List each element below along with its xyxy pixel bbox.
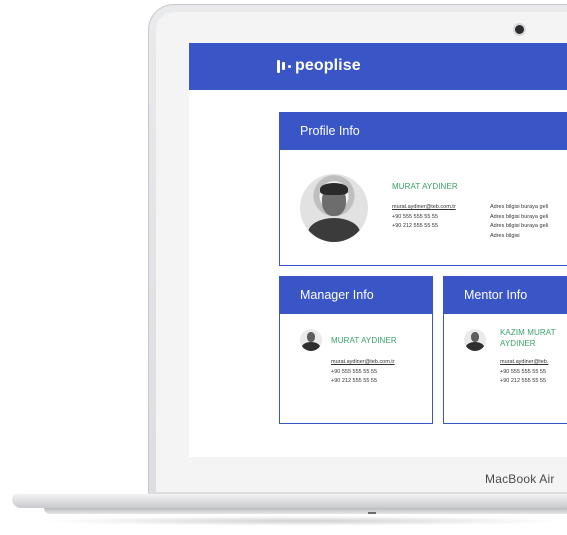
camera-icon [515,25,524,34]
manager-contact: murat.aydiner@teb.com.tr +90 555 555 55 … [331,358,395,387]
manager-email-link[interactable]: murat.aydiner@teb.com.tr [331,358,395,368]
mentor-email-link[interactable]: murat.aydiner@teb. [500,358,548,368]
manager-avatar [300,329,322,351]
laptop-notch [368,512,376,514]
mentor-name-line: AYDINER [500,339,536,348]
mentor-phone-office: +90 212 555 55 55 [500,378,547,384]
profile-email-link[interactable]: murat.aydiner@teb.com.tr [392,203,456,213]
address-line: Adres bilgisi buraya geli [490,223,549,229]
peoplise-logo-icon [277,59,291,73]
mentor-phone-mobile: +90 555 555 55 55 [500,368,547,375]
laptop-base-edge [44,508,567,514]
profile-avatar [300,174,368,242]
manager-phone-office: +90 212 555 55 55 [331,378,378,384]
app-screen: peoplise Profile Info MURAT AYDINER mura… [189,43,567,457]
mentor-name: KAZIM MURAT AYDINER [500,327,556,349]
manager-phone-mobile: +90 555 555 55 55 [331,368,378,375]
profile-card-title: Profile Info [280,113,567,150]
manager-name: MURAT AYDINER [331,336,397,345]
device-label: MacBook Air [485,472,555,486]
mentor-contact: murat.aydiner@teb. +90 555 555 55 55 +90… [500,358,548,387]
laptop-base [12,494,567,508]
profile-address: Adres bilgisi buraya geli Adres bilgisi … [490,203,548,241]
laptop-shadow [40,516,567,526]
profile-name: MURAT AYDINER [392,182,458,191]
mentor-card-title: Mentor Info [444,277,567,314]
brand-logo[interactable]: peoplise [277,57,361,75]
profile-phone-mobile: +90 555 555 55 55 [392,213,439,220]
profile-phone-office: +90 212 555 55 55 [392,223,439,229]
address-line: Adres bilgisi buraya geli [490,213,549,220]
mentor-name-line: KAZIM MURAT [500,328,556,337]
brand-name: peoplise [295,57,361,74]
app-header: peoplise [189,43,567,90]
profile-contact: murat.aydiner@teb.com.tr +90 555 555 55 … [392,203,456,232]
address-line: Adres bilgisi buraya geli [490,204,549,210]
address-line: Adres bilgisi [490,232,520,239]
profile-card: Profile Info MURAT AYDINER murat.aydiner… [279,112,567,266]
manager-card: Manager Info MURAT AYDINER murat.aydiner… [279,276,433,424]
mentor-avatar [464,329,486,351]
mentor-card: Mentor Info KAZIM MURAT AYDINER murat.ay… [443,276,567,424]
manager-card-title: Manager Info [280,277,432,314]
